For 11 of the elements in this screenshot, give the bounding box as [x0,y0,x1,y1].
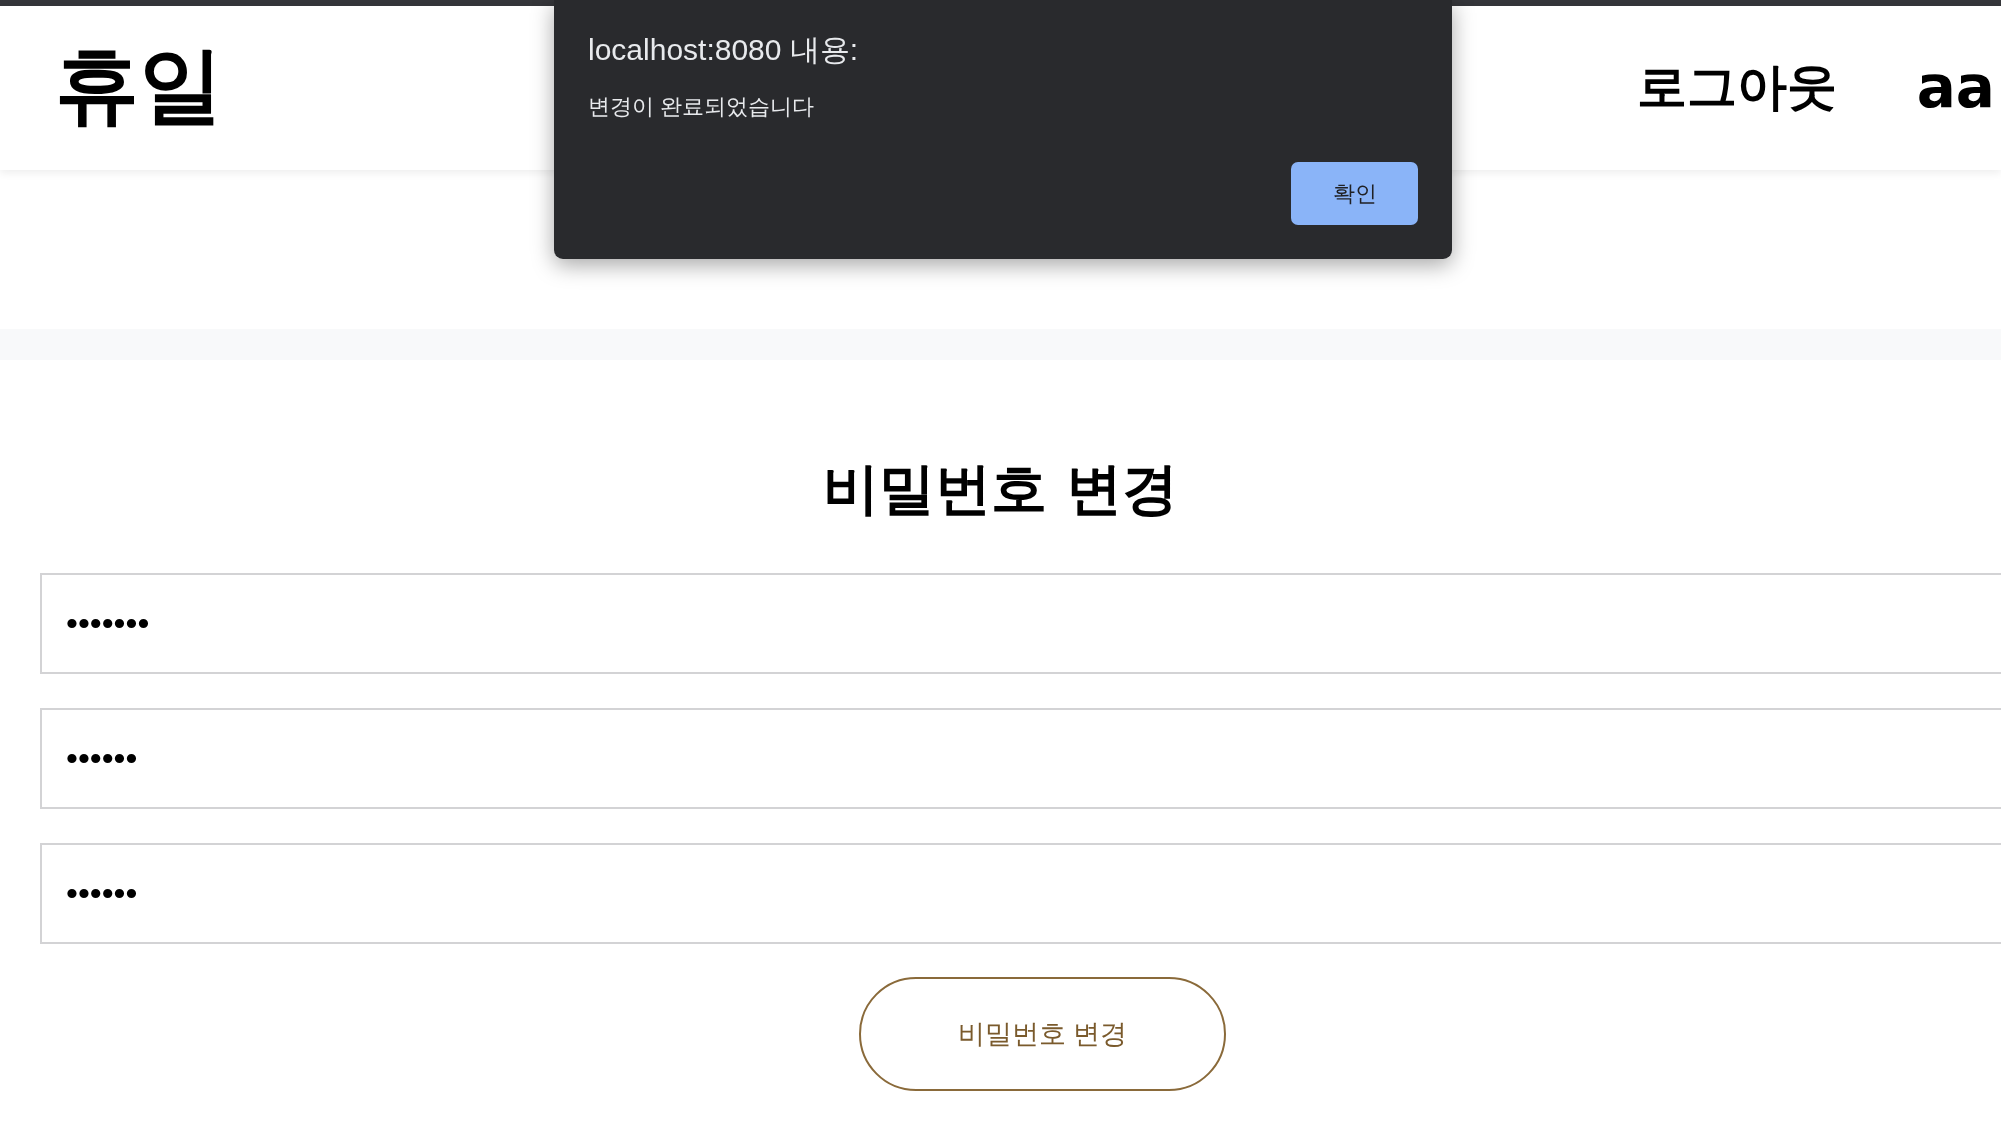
dialog-message: 변경이 완료되었습니다 [588,94,816,121]
site-logo[interactable]: 휴일 [55,38,223,132]
ok-button[interactable]: 확인 [1291,162,1418,226]
logout-link[interactable]: 로그아웃 [1636,60,1837,116]
password-field[interactable]: •••••• [40,843,2001,945]
page-heading: 비밀번호 변경 [822,455,1179,523]
change-password-button[interactable]: 비밀번호 변경 [859,977,1226,1092]
dialog-title: localhost:8080 내용: [588,32,860,68]
password-field[interactable]: ••••••• [40,573,2001,675]
username-link[interactable]: aa [1916,56,1995,120]
password-field[interactable]: •••••• [40,708,2001,810]
